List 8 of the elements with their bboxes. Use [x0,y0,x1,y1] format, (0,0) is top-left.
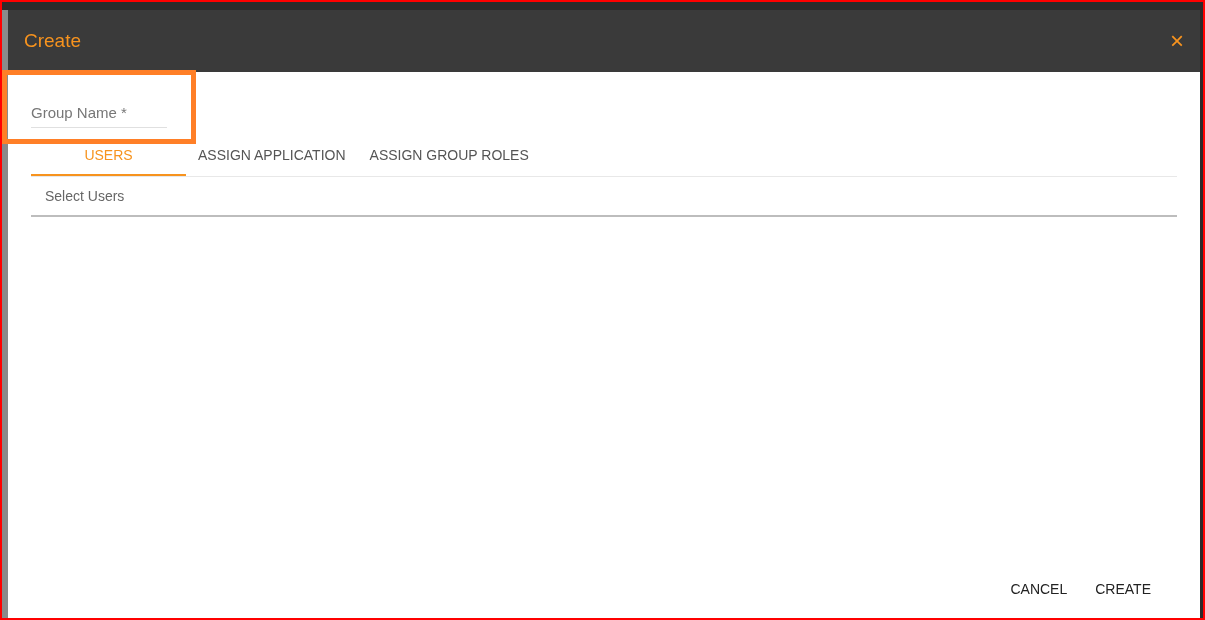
close-button[interactable]: × [1170,29,1184,53]
group-name-field[interactable]: Group Name * [31,102,167,128]
select-users-field[interactable]: Select Users [31,176,1177,217]
tab[interactable]: ASSIGN GROUP ROLES [357,137,541,176]
dialog-button[interactable]: CREATE [1087,575,1159,604]
dialog-button[interactable]: CANCEL [1002,575,1076,604]
dialog-title: Create [24,28,82,53]
tab[interactable]: ASSIGN APPLICATION [186,137,358,176]
